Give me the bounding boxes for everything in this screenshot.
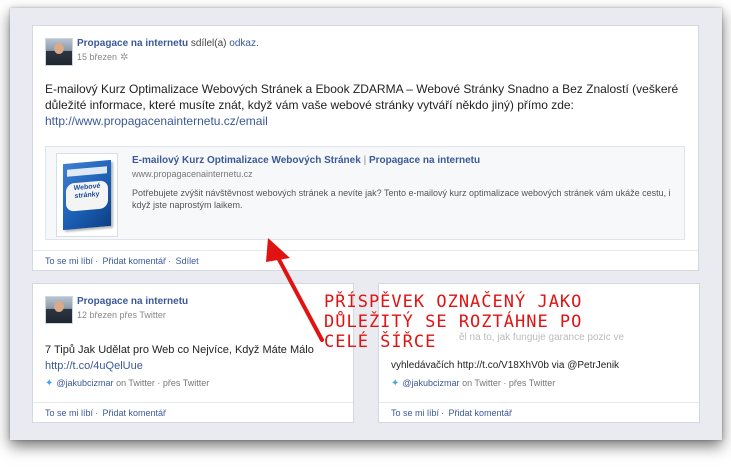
annotation-line-3: CELÉ ŠÍŘCE xyxy=(324,332,437,352)
annotation-text: PŘÍSPĚVEK OZNAČENÝ JAKO DŮLEŽITÝ SE ROZT… xyxy=(324,292,644,352)
red-arrow xyxy=(266,238,324,342)
annotation-line-1: PŘÍSPĚVEK OZNAČENÝ JAKO xyxy=(324,292,583,312)
annotation-line-2: DŮLEŽITÝ SE ROZTÁHNE PO xyxy=(324,312,583,332)
